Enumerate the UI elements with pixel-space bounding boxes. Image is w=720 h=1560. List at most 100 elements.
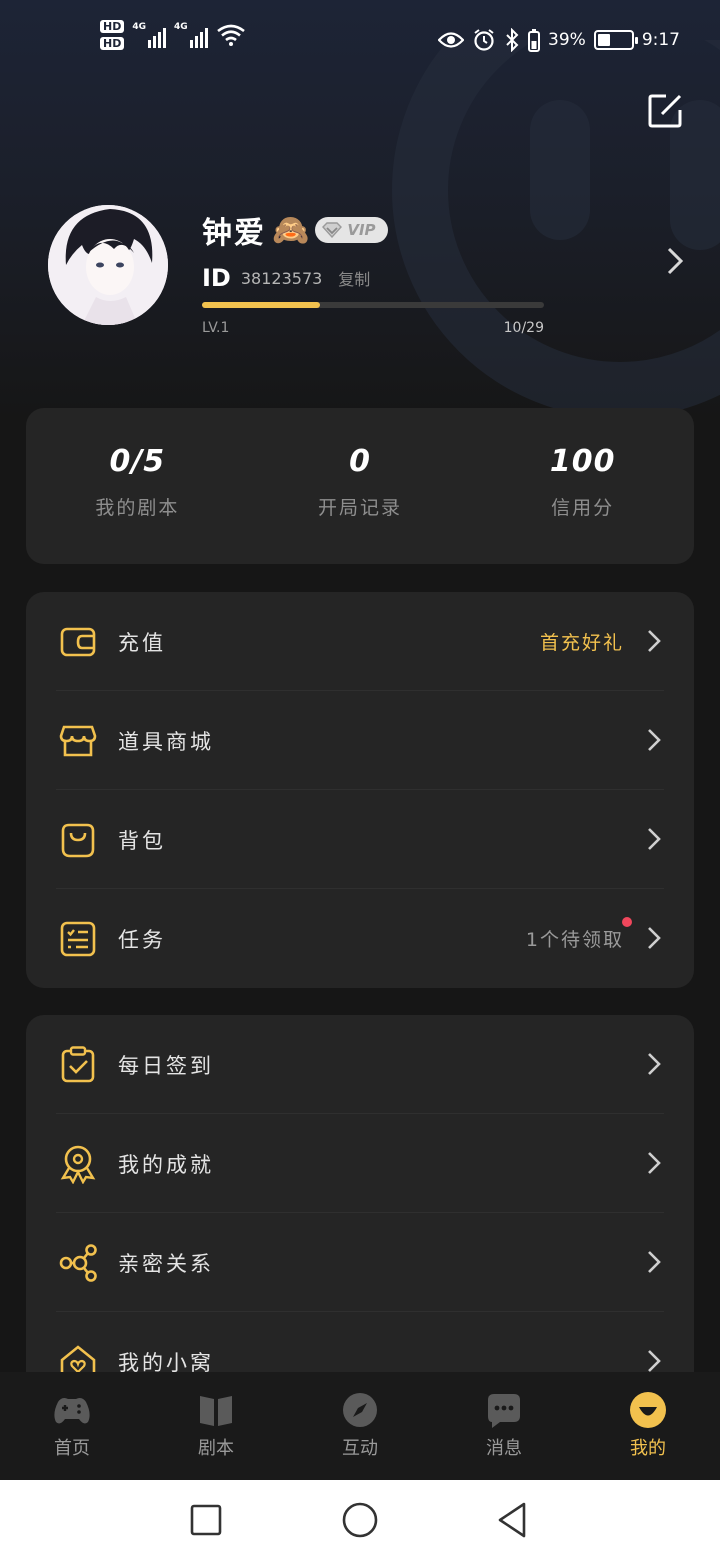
menu-item-label: 每日签到: [118, 1053, 214, 1078]
chat-bubble-icon: [488, 1394, 520, 1428]
vip-label: VIP: [347, 221, 376, 239]
first-recharge-promo: 首充好礼: [539, 632, 624, 654]
recent-apps-icon[interactable]: [186, 1500, 226, 1540]
avatar-image: [48, 205, 168, 325]
menu-item-relationships[interactable]: 亲密关系: [26, 1213, 694, 1312]
menu-item-label: 任务: [118, 927, 166, 952]
level-label: LV.1: [202, 320, 230, 336]
chevron-right-icon: [648, 1053, 661, 1075]
wifi-icon: [216, 24, 245, 46]
system-navigation-bar: [0, 1480, 720, 1560]
user-id-value: 38123573: [240, 268, 323, 288]
menu-item-label: 亲密关系: [118, 1251, 214, 1276]
bluetooth-icon: [506, 28, 519, 52]
chevron-right-icon: [648, 927, 661, 949]
menu-item-achievements[interactable]: 我的成就: [26, 1114, 694, 1213]
chevron-right-icon: [648, 1152, 661, 1174]
vip-badge[interactable]: VIP: [315, 217, 388, 243]
tab-me[interactable]: 我的: [576, 1372, 720, 1480]
signal-icon-sim2: 4G: [174, 22, 208, 48]
compass-icon: [343, 1393, 377, 1427]
tab-scripts[interactable]: 剧本: [144, 1372, 288, 1480]
wallet-icon: [60, 627, 96, 656]
user-id-row: ID 38123573 复制: [202, 264, 370, 292]
tab-label: 首页: [54, 1438, 90, 1459]
chevron-right-icon: [648, 1350, 661, 1372]
menu-item-label: 充值: [118, 630, 166, 655]
id-label: ID: [202, 264, 231, 292]
stats-card: 0/5 我的剧本 0 开局记录 100 信用分: [26, 408, 694, 564]
diamond-icon: [322, 222, 343, 238]
monkey-emoji: 🙈: [272, 212, 310, 248]
alarm-icon: [474, 29, 494, 51]
stat-value: 0/5: [109, 444, 166, 479]
copy-id-button[interactable]: 复制: [338, 266, 370, 290]
edit-profile-icon[interactable]: [646, 92, 684, 130]
stat-value: 0: [349, 444, 371, 479]
tab-label: 剧本: [198, 1438, 234, 1459]
network-type-1: 4G: [132, 22, 146, 32]
menu-item-label: 我的成就: [118, 1152, 214, 1177]
menu-group-secondary: 每日签到 我的成就 亲密关系 我的小窝: [26, 1015, 694, 1415]
battery-percent: 39%: [548, 30, 586, 50]
level-progress-bar: [202, 302, 544, 308]
hd-badge-2: HD: [100, 37, 125, 50]
book-icon: [200, 1396, 232, 1426]
clock: 9:17: [641, 30, 680, 50]
medal-icon: [60, 1145, 96, 1184]
network-type-2: 4G: [174, 22, 188, 32]
eye-icon: [438, 32, 465, 48]
back-triangle-icon[interactable]: [492, 1500, 532, 1540]
chevron-right-icon: [648, 729, 661, 751]
bottom-tab-bar: 首页 剧本 互动 消息 我的: [0, 1372, 720, 1480]
signal-icon-sim1: 4G: [132, 22, 166, 48]
menu-item-label: 道具商城: [118, 729, 214, 754]
status-bar: HD HD 4G 4G 39% 9:17: [0, 0, 720, 88]
hd-indicators: HD HD: [100, 20, 125, 50]
tab-label: 互动: [342, 1438, 378, 1459]
tab-label: 我的: [630, 1438, 666, 1459]
stat-my-scripts[interactable]: 0/5 我的剧本: [26, 408, 249, 564]
menu-item-label: 背包: [118, 828, 166, 853]
username: 钟爱: [202, 216, 266, 251]
menu-item-recharge[interactable]: 充值 首充好礼: [26, 592, 694, 691]
tab-home[interactable]: 首页: [0, 1372, 144, 1480]
battery-icon: [593, 30, 638, 50]
store-icon: [59, 725, 97, 756]
menu-item-daily-checkin[interactable]: 每日签到: [26, 1015, 694, 1114]
home-circle-icon[interactable]: [340, 1500, 380, 1540]
stat-game-records[interactable]: 0 开局记录: [249, 408, 472, 564]
smiley-icon: [630, 1392, 666, 1428]
tab-messages[interactable]: 消息: [432, 1372, 576, 1480]
chevron-right-icon: [648, 630, 661, 652]
clipboard-check-icon: [61, 1045, 95, 1082]
chevron-right-icon: [648, 828, 661, 850]
menu-item-backpack[interactable]: 背包: [26, 790, 694, 889]
avatar[interactable]: [48, 205, 168, 325]
level-progress-fill: [202, 302, 320, 308]
bag-icon: [61, 823, 95, 857]
experience-count: 10/29: [503, 320, 544, 336]
status-bar-right: 39% 9:17: [438, 28, 680, 52]
menu-item-tasks[interactable]: 任务 1个待领取: [26, 889, 694, 988]
hd-badge-1: HD: [100, 20, 125, 33]
status-bar-left: HD HD 4G 4G: [100, 20, 246, 50]
battery-saver-icon: [528, 29, 541, 52]
notification-dot: [622, 917, 632, 927]
profile-chevron-right-icon[interactable]: [664, 246, 686, 276]
profile-screen: HD HD 4G 4G 39% 9:17 钟爱 🙈 VIP ID 3812357…: [0, 0, 720, 1560]
stat-label: 开局记录: [318, 497, 403, 519]
stat-credit-score[interactable]: 100 信用分: [471, 408, 694, 564]
stat-label: 信用分: [551, 497, 615, 519]
menu-group-primary: 充值 首充好礼 道具商城 背包 任务 1个待领取: [26, 592, 694, 988]
gamepad-icon: [54, 1398, 90, 1424]
battery-level-fill: [597, 34, 611, 46]
pending-rewards-text: 1个待领取: [525, 929, 624, 951]
stat-label: 我的剧本: [95, 497, 180, 519]
profile-name-row: 钟爱 🙈 VIP: [202, 208, 388, 252]
tab-label: 消息: [486, 1438, 522, 1459]
menu-item-item-shop[interactable]: 道具商城: [26, 691, 694, 790]
tab-interact[interactable]: 互动: [288, 1372, 432, 1480]
checklist-icon: [60, 921, 96, 956]
stat-value: 100: [549, 444, 616, 479]
